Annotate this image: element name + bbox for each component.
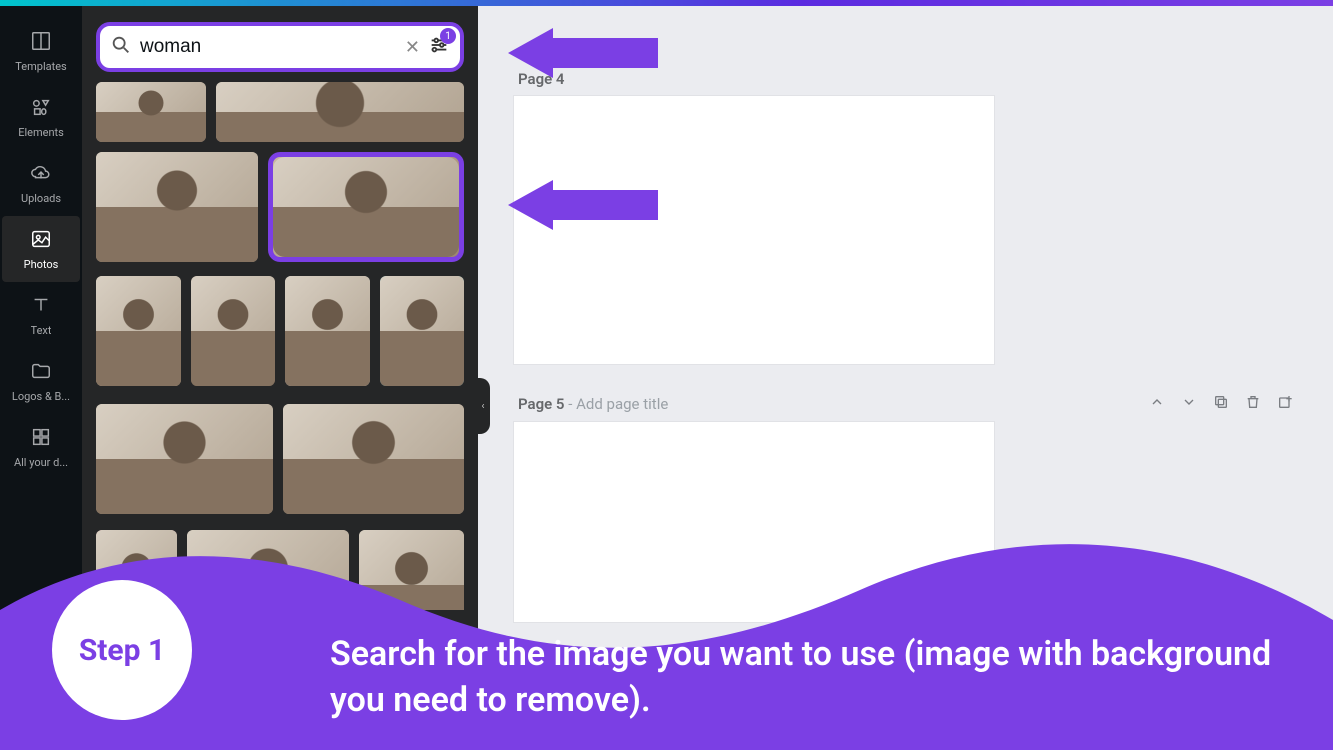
sidebar-item-logos[interactable]: Logos & B... [2,348,80,414]
templates-icon [30,30,52,55]
search-box: ✕ 1 [96,22,464,72]
sidebar-item-label: Uploads [21,192,61,205]
page-add-icon[interactable] [1277,394,1293,414]
photo-thumb[interactable] [216,82,464,142]
photo-thumb[interactable] [191,276,276,386]
clear-search-icon[interactable]: ✕ [405,37,420,58]
sidebar-item-label: Templates [15,60,66,73]
elements-icon [30,96,52,121]
photo-thumb[interactable] [96,152,258,262]
photo-thumb[interactable] [283,404,464,514]
text-icon [30,294,52,319]
sidebar-item-label: Text [31,324,52,337]
page-delete-icon[interactable] [1245,394,1261,414]
sidebar-item-label: Elements [18,126,64,139]
page-label-wrap[interactable]: Page 5 - Add page title [518,395,668,413]
photo-thumb[interactable] [96,404,273,514]
cloud-upload-icon [30,162,52,187]
grid-icon [30,426,52,451]
page-move-up-icon[interactable] [1149,394,1165,414]
sidebar-item-elements[interactable]: Elements [2,84,80,150]
step-badge: Step 1 [52,580,192,720]
photo-thumb[interactable] [96,82,206,142]
photo-thumb[interactable] [285,276,370,386]
tutorial-footer: Step 1 Search for the image you want to … [0,520,1333,750]
step-label: Step 1 [79,633,165,668]
sidebar-item-templates[interactable]: Templates [2,18,80,84]
search-icon [110,34,132,60]
sidebar-item-text[interactable]: Text [2,282,80,348]
hint-arrow-search [508,28,658,78]
photo-thumb[interactable] [96,276,181,386]
folder-icon [30,360,52,385]
page-duplicate-icon[interactable] [1213,394,1229,414]
sidebar-item-photos[interactable]: Photos [2,216,80,282]
sidebar-item-label: Logos & B... [12,390,70,403]
page-label: Page 5 [518,395,565,413]
hint-arrow-photo [508,180,658,230]
photo-thumb[interactable] [380,276,465,386]
sidebar-item-uploads[interactable]: Uploads [2,150,80,216]
photos-icon [30,228,52,253]
step-instruction: Search for the image you want to use (im… [330,632,1293,724]
photo-thumb-selected[interactable] [268,152,464,262]
filter-badge: 1 [440,28,456,44]
sidebar-item-label: Photos [24,258,59,271]
sidebar-item-label: All your d... [14,456,68,469]
page-move-down-icon[interactable] [1181,394,1197,414]
page-actions [1149,394,1293,414]
filter-button[interactable]: 1 [428,34,450,60]
sidebar-item-all-designs[interactable]: All your d... [2,414,80,480]
panel-collapse-handle[interactable]: ‹ [476,378,490,434]
search-input[interactable] [140,36,397,58]
page-title-placeholder: - Add page title [568,395,668,413]
